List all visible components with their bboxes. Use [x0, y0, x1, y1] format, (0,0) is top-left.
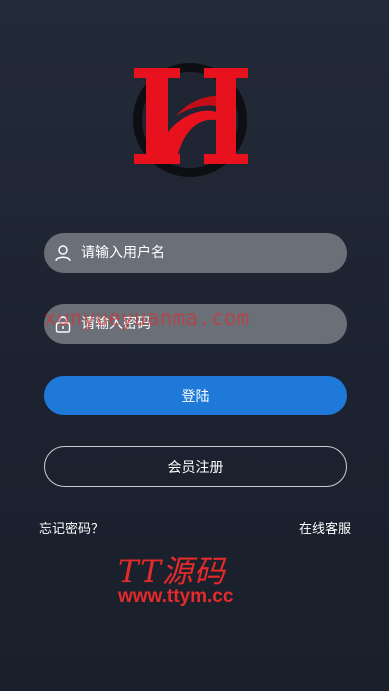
logo-emblem-icon — [133, 63, 248, 177]
lock-icon — [54, 315, 72, 333]
password-field[interactable] — [44, 304, 347, 344]
watermark-url: www.ttym.cc — [118, 586, 234, 607]
logo — [124, 62, 256, 182]
username-field[interactable] — [44, 233, 347, 273]
username-input[interactable] — [81, 245, 311, 261]
register-button[interactable]: 会员注册 — [44, 446, 347, 487]
login-button[interactable]: 登陆 — [44, 376, 347, 415]
user-icon — [54, 244, 72, 262]
online-service-link[interactable]: 在线客服 — [299, 518, 351, 537]
password-input[interactable] — [81, 316, 311, 332]
watermark-brand: TT源码 — [118, 554, 226, 590]
forgot-password-link[interactable]: 忘记密码？ — [39, 518, 104, 537]
